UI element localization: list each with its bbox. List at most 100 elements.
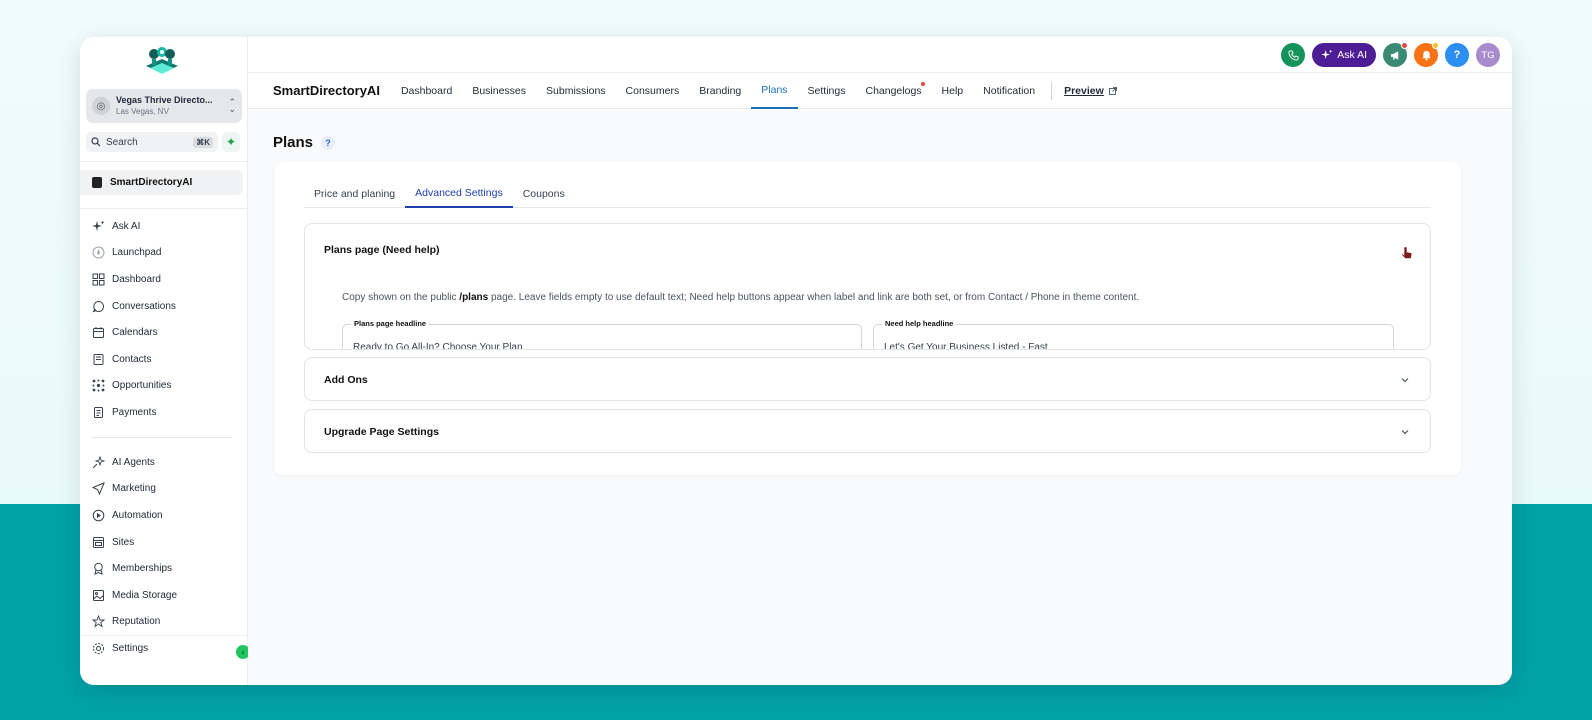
help-question-icon: ?	[1453, 49, 1461, 61]
sidebar-item-smartdirectoryai[interactable]: SmartDirectoryAI	[80, 170, 243, 195]
automation-icon	[92, 509, 105, 522]
sidebar-item-label: Settings	[112, 643, 149, 654]
sparkles-icon	[92, 220, 105, 233]
tab-label: Help	[941, 84, 964, 97]
sidebar-item-settings[interactable]: Settings	[92, 642, 148, 655]
tab-label: Changelogs	[865, 84, 922, 97]
send-icon	[92, 482, 105, 496]
sidebar-item-automation[interactable]: Automation	[80, 502, 248, 529]
plans-page-headline-field[interactable]: Plans page headline Ready to Go All-In? …	[342, 319, 862, 350]
sidebar-item-label: Automation	[112, 509, 163, 521]
location-switcher[interactable]: ◎ Vegas Thrive Directo... Las Vegas, NV …	[86, 89, 242, 123]
subtab-advanced-settings[interactable]: Advanced Settings	[405, 180, 513, 208]
megaphone-icon	[1390, 50, 1398, 60]
sidebar-item-opportunities[interactable]: Opportunities	[80, 373, 248, 400]
user-avatar[interactable]: TG	[1476, 43, 1500, 67]
tab-consumers[interactable]: Consumers	[616, 73, 690, 109]
sidebar-item-memberships[interactable]: Memberships	[80, 555, 248, 582]
grid-icon	[92, 273, 105, 286]
sidebar-item-calendars[interactable]: Calendars	[80, 319, 248, 346]
tab-label: Settings	[807, 84, 846, 97]
notifications-button[interactable]	[1414, 42, 1439, 67]
sidebar-item-label: AI Agents	[112, 456, 155, 468]
ask-ai-button[interactable]: Ask AI	[1312, 43, 1376, 67]
search-label: Search	[106, 136, 138, 148]
sidebar-item-label: Ask AI	[112, 220, 141, 232]
book-icon	[92, 177, 102, 188]
accordion-header: Add Ons	[324, 374, 368, 386]
sidebar-item-reputation[interactable]: Reputation	[80, 609, 248, 635]
accordion-header: Upgrade Page Settings	[324, 426, 439, 438]
sidebar-item-dashboard[interactable]: Dashboard	[80, 266, 248, 293]
tab-label: Branding	[699, 84, 742, 97]
sidebar-item-sites[interactable]: Sites	[80, 529, 248, 556]
tab-label: Dashboard	[400, 84, 453, 97]
field-value: Ready to Go All-In? Choose Your Plan	[353, 342, 523, 350]
page-title: Plans	[273, 134, 314, 151]
app-nav-tabs: SmartDirectoryAI Dashboard Businesses Su…	[248, 73, 1512, 109]
page-title-row: Plans ?	[273, 134, 336, 151]
divider	[1051, 81, 1053, 100]
tab-businesses[interactable]: Businesses	[462, 73, 536, 109]
sidebar-item-label: Sites	[112, 536, 135, 548]
tab-label: Consumers	[625, 84, 680, 97]
sidebar-item-label: Launchpad	[112, 247, 162, 259]
sidebar: ◎ Vegas Thrive Directo... Las Vegas, NV …	[80, 37, 250, 685]
tab-dashboard[interactable]: Dashboard	[391, 73, 462, 109]
accordion-header[interactable]: Plans page (Need help)	[324, 244, 440, 256]
calendar-icon	[92, 326, 105, 339]
sidebar-item-payments[interactable]: Payments	[80, 399, 248, 426]
search-shortcut: ⌘K	[193, 136, 213, 148]
sites-icon	[92, 536, 105, 549]
sidebar-item-contacts[interactable]: Contacts	[80, 346, 248, 373]
gear-icon	[93, 643, 104, 654]
tab-settings[interactable]: Settings	[798, 73, 856, 109]
chevron-down-icon	[1401, 430, 1409, 435]
sidebar-item-label: Marketing	[112, 483, 156, 495]
ai-agents-icon	[92, 455, 105, 469]
sidebar-item-label: Opportunities	[112, 380, 172, 392]
image-icon	[92, 589, 105, 602]
subtab-coupons[interactable]: Coupons	[513, 180, 575, 208]
tab-changelogs[interactable]: Changelogs	[855, 73, 931, 109]
help-question-icon[interactable]: ?	[321, 135, 336, 150]
accordion-add-ons[interactable]: Add Ons	[304, 357, 1431, 401]
contact-card-icon	[92, 353, 105, 366]
quick-action-sparkle-icon[interactable]: ✦	[222, 132, 240, 152]
cursor-hand-icon	[1401, 246, 1413, 259]
sidebar-item-marketing[interactable]: Marketing	[80, 476, 248, 503]
tab-notification[interactable]: Notification	[973, 73, 1045, 109]
notification-dot	[1432, 42, 1439, 49]
sidebar-item-label: Contacts	[112, 353, 152, 365]
sidebar-item-media-storage[interactable]: Media Storage	[80, 582, 248, 609]
sidebar-search[interactable]: Search ⌘K	[86, 132, 218, 152]
divider	[92, 437, 232, 438]
field-value: Let's Get Your Business Listed - Fast	[884, 342, 1048, 350]
subtab-price-and-planing[interactable]: Price and planing	[304, 180, 405, 208]
subtabs: Price and planing Advanced Settings Coup…	[304, 180, 1431, 208]
opportunities-icon	[92, 379, 105, 392]
phone-button[interactable]	[1281, 43, 1306, 67]
sidebar-item-label: Media Storage	[112, 589, 178, 601]
subtab-label: Advanced Settings	[415, 187, 503, 199]
plans-page-description: Copy shown on the public /plans page. Le…	[342, 292, 1140, 303]
tab-label: Plans	[761, 83, 788, 96]
tab-help[interactable]: Help	[932, 73, 974, 109]
main-content: Plans ? Price and planing Advanced Setti…	[248, 110, 1512, 685]
tab-submissions[interactable]: Submissions	[536, 73, 616, 109]
accordion-plans-page: Plans page (Need help) Copy shown on the…	[304, 223, 1431, 350]
sidebar-item-label: Payments	[112, 406, 157, 418]
accordion-upgrade-page-settings[interactable]: Upgrade Page Settings	[304, 409, 1431, 453]
divider	[80, 635, 248, 636]
sidebar-item-launchpad[interactable]: Launchpad	[80, 240, 248, 267]
sidebar-group-primary: Ask AI Launchpad Dashboard Conversations…	[80, 213, 248, 426]
preview-link[interactable]: Preview	[1058, 85, 1117, 97]
announcements-button[interactable]	[1383, 42, 1408, 67]
sidebar-item-conversations[interactable]: Conversations	[80, 293, 248, 320]
sidebar-item-ai-agents[interactable]: AI Agents	[80, 449, 248, 476]
tab-plans[interactable]: Plans	[751, 73, 798, 109]
help-button[interactable]: ?	[1445, 43, 1469, 67]
sidebar-item-ask-ai[interactable]: Ask AI	[80, 213, 248, 240]
tab-branding[interactable]: Branding	[689, 73, 751, 109]
need-help-headline-field[interactable]: Need help headline Let's Get Your Busine…	[873, 319, 1394, 350]
